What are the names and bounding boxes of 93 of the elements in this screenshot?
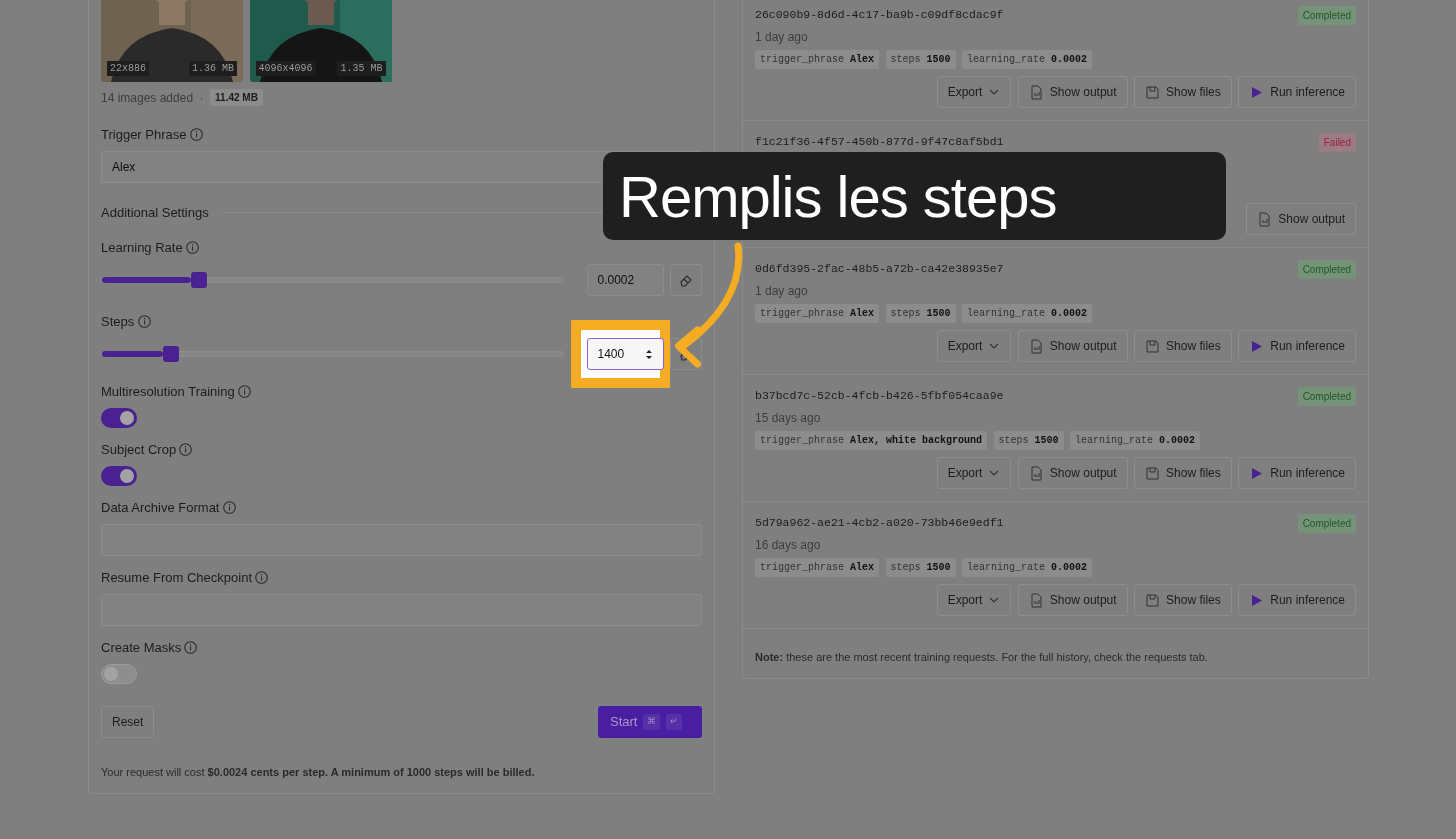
action-button[interactable]: Show output [1246, 203, 1356, 235]
info-icon [222, 501, 236, 515]
request-time: 1 day ago [755, 283, 809, 301]
field-label: Steps [101, 313, 135, 331]
file-chart-icon [1257, 211, 1273, 227]
parameter-tag: trigger_phrase Alex, white background [755, 430, 988, 450]
images-count: 14 images added [101, 89, 194, 107]
info-icon [189, 127, 203, 141]
action-button[interactable]: Show output [1017, 76, 1128, 108]
request-id: 0d6fd395-2fac-48b5-a72b-ca42e38935e7 [755, 261, 1004, 277]
request-id: 5d79a962-ae21-4cb2-a020-73bb46e9edf1 [755, 515, 1004, 531]
info-icon [255, 571, 269, 585]
field-label: Create Masks [101, 639, 182, 657]
stepper-icon [644, 348, 653, 360]
export-dropdown[interactable]: Export [936, 76, 1012, 108]
action-button[interactable]: Run inference [1238, 76, 1356, 108]
parameter-tag: trigger_phrase Alex [755, 303, 880, 323]
reset-button[interactable] [670, 264, 702, 296]
toggle-switch[interactable] [101, 466, 137, 486]
note-text: Note: these are the most recent training requests. For the full history, check the requests tab. [754, 650, 1209, 665]
action-button[interactable]: Show output [1017, 330, 1128, 362]
status-label: Completed [1297, 260, 1356, 279]
field-label: Multiresolution Training [101, 383, 235, 401]
reset-button[interactable]: Reset [101, 706, 155, 738]
image-size: 1.36 MB [189, 61, 237, 76]
action-button[interactable]: Show files [1134, 76, 1232, 108]
image-dimensions: 4096x4096 [255, 61, 316, 76]
separator-dot: · [199, 89, 204, 107]
info-icon [184, 641, 198, 655]
status-label: Completed [1297, 514, 1356, 533]
section-heading: Additional Settings [101, 203, 209, 222]
status-label: Failed [1318, 133, 1356, 152]
key-hint: ⌘ [643, 714, 661, 730]
action-button[interactable]: Show output [1017, 457, 1128, 489]
parameter-tag: learning_rate 0.0002 [962, 557, 1093, 577]
request-id: 26c090b9-8d6d-4c17-ba9b-c09df8cdac9f [755, 7, 1004, 23]
info-icon [185, 241, 199, 255]
request-time: 1 day ago [755, 29, 809, 47]
action-button[interactable]: Run inference [1238, 457, 1356, 489]
start-button[interactable]: Start ⌘ ↵ [598, 706, 702, 738]
export-dropdown[interactable]: Export [936, 584, 1012, 616]
parameter-tag: steps 1500 [993, 430, 1064, 450]
slider-thumb[interactable] [163, 346, 180, 362]
number-field[interactable]: 1400 [586, 338, 664, 370]
info-icon [179, 443, 193, 457]
file-chart-icon [1028, 84, 1044, 100]
play-icon [1249, 465, 1265, 481]
image-size: 1.35 MB [337, 61, 386, 76]
parameter-tag: learning_rate 0.0002 [962, 49, 1093, 69]
field-label: Resume From Checkpoint [101, 569, 252, 587]
parameter-tag: trigger_phrase Alex [755, 49, 880, 69]
toggle-switch[interactable] [101, 664, 137, 684]
image-dimensions: 22x886 [107, 61, 149, 76]
parameter-tag: steps 1500 [885, 303, 956, 323]
number-field[interactable]: 0.0002 [586, 264, 664, 296]
info-icon [137, 315, 151, 329]
play-icon [1249, 338, 1265, 354]
status-label: Completed [1297, 387, 1356, 406]
parameter-tag: trigger_phrase Alex [755, 557, 880, 577]
key-hint: ↵ [666, 714, 683, 730]
request-time: 16 days ago [755, 537, 822, 555]
reset-button[interactable] [670, 338, 702, 370]
action-button[interactable]: Show files [1134, 584, 1232, 616]
parameter-tag: learning_rate 0.0002 [962, 303, 1093, 323]
field-label: Trigger Phrase [101, 125, 187, 144]
play-icon [1249, 84, 1265, 100]
size-tag: 11.42 MB [210, 89, 263, 106]
cost-note: Your request will cost $0.0024 cents per step. A minimum of 1000 steps will be billed. [101, 765, 536, 780]
export-dropdown[interactable]: Export [936, 330, 1012, 362]
slider-thumb[interactable] [190, 272, 207, 288]
action-button[interactable]: Show files [1134, 330, 1232, 362]
action-button[interactable]: Show files [1134, 457, 1232, 489]
request-time: 15 days ago [755, 410, 822, 428]
parameter-tag: steps 1500 [885, 49, 956, 69]
action-button[interactable]: Run inference [1238, 584, 1356, 616]
status-label: Completed [1297, 6, 1356, 25]
callout-tooltip: Remplis les steps [603, 152, 1226, 240]
info-icon [237, 385, 251, 399]
toggle-switch[interactable] [101, 408, 137, 428]
parameter-tag: steps 1500 [885, 557, 956, 577]
action-button[interactable]: Run inference [1238, 330, 1356, 362]
play-icon [1249, 592, 1265, 608]
field-label: Subject Crop [101, 441, 177, 459]
file-chart-icon [1028, 338, 1044, 354]
parameter-tag: learning_rate 0.0002 [1070, 430, 1201, 450]
request-id: b37bcd7c-52cb-4fcb-b426-5fbf054caa9e [755, 388, 1004, 404]
file-chart-icon [1028, 465, 1044, 481]
field-label: Learning Rate [101, 239, 183, 257]
action-button[interactable]: Show output [1017, 584, 1128, 616]
request-id: f1c21f36-4f57-450b-877d-9f47c8af5bd1 [755, 134, 1004, 150]
file-chart-icon [1028, 592, 1044, 608]
export-dropdown[interactable]: Export [936, 457, 1012, 489]
field-label: Data Archive Format [101, 499, 220, 517]
